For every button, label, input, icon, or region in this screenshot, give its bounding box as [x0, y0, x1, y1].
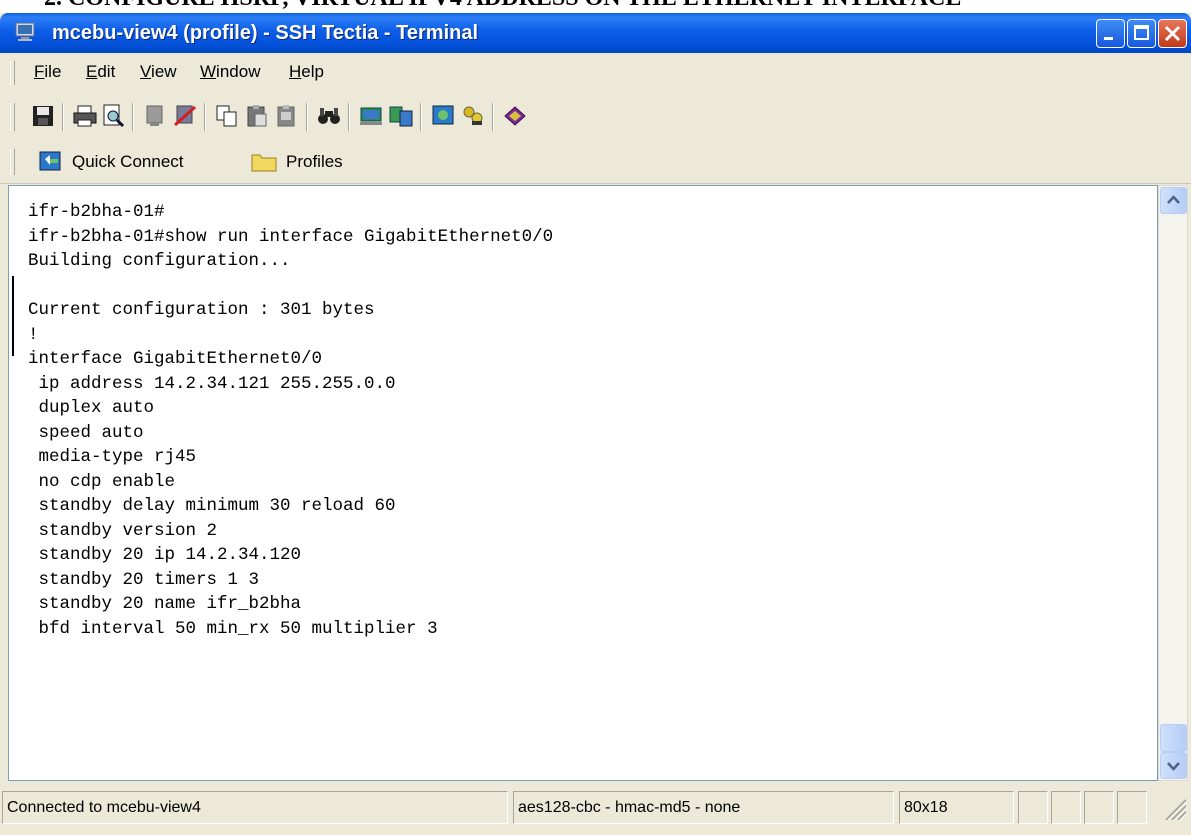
terminal-line: no cdp enable: [28, 471, 176, 492]
toolbar-separator: [420, 103, 422, 131]
toolbar-separator: [132, 103, 134, 131]
terminal-app-icon: [15, 22, 35, 41]
quick-connect-button[interactable]: Quick Connect: [38, 149, 184, 175]
window-title: mcebu-view4 (profile) - SSH Tectia - Ter…: [52, 22, 479, 44]
connection-status: Connected to mcebu-view4: [2, 791, 508, 824]
print-preview-icon[interactable]: [100, 103, 126, 129]
menu-file[interactable]: File: [34, 62, 61, 82]
quickbar-grip[interactable]: [10, 149, 15, 175]
menu-window[interactable]: Window: [200, 62, 260, 82]
status-bar: Connected to mcebu-view4 aes128-cbc - hm…: [0, 784, 1191, 835]
terminal-lines: ifr-b2bha-01# ifr-b2bha-01#show run inte…: [28, 200, 553, 641]
terminal-line: ip address 14.2.34.121 255.255.0.0: [28, 373, 396, 394]
terminal-line: standby 20 timers 1 3: [28, 569, 260, 590]
resize-grip-icon[interactable]: [1160, 794, 1188, 822]
terminal-size-status: 80x18: [899, 791, 1014, 824]
terminal-line: duplex auto: [28, 398, 155, 418]
help-icon[interactable]: [502, 103, 528, 129]
find-icon[interactable]: [316, 103, 342, 129]
terminal-line: Building configuration...: [28, 251, 291, 271]
chevron-up-icon: [1167, 195, 1180, 204]
document-heading: 2. CONFIGURE HSRP, VIRTUAL IPV4 ADDRESS …: [0, 0, 1191, 14]
chevron-down-icon: [1167, 762, 1180, 771]
maximize-button[interactable]: [1127, 19, 1156, 48]
toolbar-separator: [492, 103, 494, 131]
document-heading-text: 2. CONFIGURE HSRP, VIRTUAL IPV4 ADDRESS …: [44, 0, 961, 12]
title-bar[interactable]: mcebu-view4 (profile) - SSH Tectia - Ter…: [0, 13, 1191, 53]
paste-disabled-icon[interactable]: [274, 103, 300, 129]
connect-icon[interactable]: [172, 103, 198, 129]
print-icon[interactable]: [72, 103, 98, 129]
terminal-line: speed auto: [28, 422, 144, 443]
maximize-icon: [1134, 25, 1149, 40]
profiles-label: Profiles: [286, 152, 343, 171]
profiles-button[interactable]: Profiles: [250, 149, 343, 175]
terminal-line: interface GigabitEthernet0/0: [28, 349, 323, 369]
terminal-line: ifr-b2bha-01#show run interface GigabitE…: [28, 226, 554, 247]
encryption-status: aes128-cbc - hmac-md5 - none: [513, 791, 894, 824]
close-button[interactable]: [1158, 19, 1187, 48]
vertical-scrollbar[interactable]: [1158, 185, 1188, 781]
menubar-grip[interactable]: [10, 61, 15, 85]
quick-connect-bar: Quick Connect Profiles: [0, 139, 1191, 184]
toolbar: [0, 93, 1191, 139]
scroll-up-button[interactable]: [1160, 187, 1187, 214]
terminal-line: Current configuration : 301 bytes: [28, 300, 375, 320]
toolbar-separator: [204, 103, 206, 131]
toolbar-separator: [62, 103, 64, 131]
disconnect-icon[interactable]: [142, 103, 168, 129]
menu-help[interactable]: Help: [289, 62, 324, 82]
toolbar-separator: [348, 103, 350, 131]
terminal-line: standby delay minimum 30 reload 60: [28, 496, 396, 516]
toolbar-separator: [306, 103, 308, 131]
settings-icon[interactable]: [430, 103, 456, 129]
new-terminal-icon[interactable]: [358, 103, 384, 129]
terminal-output[interactable]: ifr-b2bha-01# ifr-b2bha-01#show run inte…: [8, 185, 1158, 781]
quick-connect-icon: [39, 151, 61, 171]
terminal-line: media-type rj45: [28, 447, 197, 467]
text-cursor: [12, 276, 14, 356]
terminal-line: !: [28, 324, 39, 345]
terminal-window: mcebu-view4 (profile) - SSH Tectia - Ter…: [0, 13, 1191, 835]
toolbar-grip[interactable]: [10, 103, 15, 131]
close-icon: [1164, 25, 1181, 42]
menu-bar: File Edit View Window Help: [0, 53, 1191, 93]
minimize-icon: [1104, 37, 1113, 40]
minimize-button[interactable]: [1096, 19, 1125, 48]
copy-icon[interactable]: [214, 103, 240, 129]
status-panel-empty: [1051, 791, 1081, 824]
menu-edit[interactable]: Edit: [86, 62, 115, 82]
terminal-line: standby 20 ip 14.2.34.120: [28, 545, 302, 565]
status-panel-empty: [1117, 791, 1147, 824]
terminal-line: standby version 2: [28, 520, 218, 541]
terminal-line: standby 20 name ifr_b2bha: [28, 594, 302, 614]
save-icon[interactable]: [30, 103, 56, 129]
keys-icon[interactable]: [460, 103, 486, 129]
scroll-down-button[interactable]: [1160, 752, 1187, 779]
terminal-line: ifr-b2bha-01#: [28, 202, 165, 222]
scroll-thumb[interactable]: [1160, 724, 1187, 752]
new-file-transfer-icon[interactable]: [388, 103, 414, 129]
quick-connect-label: Quick Connect: [72, 152, 184, 171]
paste-icon[interactable]: [244, 103, 270, 129]
status-panel-empty: [1018, 791, 1048, 824]
status-panel-empty: [1084, 791, 1114, 824]
folder-icon: [251, 154, 277, 172]
terminal-line: bfd interval 50 min_rx 50 multiplier 3: [28, 618, 438, 639]
menu-view[interactable]: View: [140, 62, 177, 82]
